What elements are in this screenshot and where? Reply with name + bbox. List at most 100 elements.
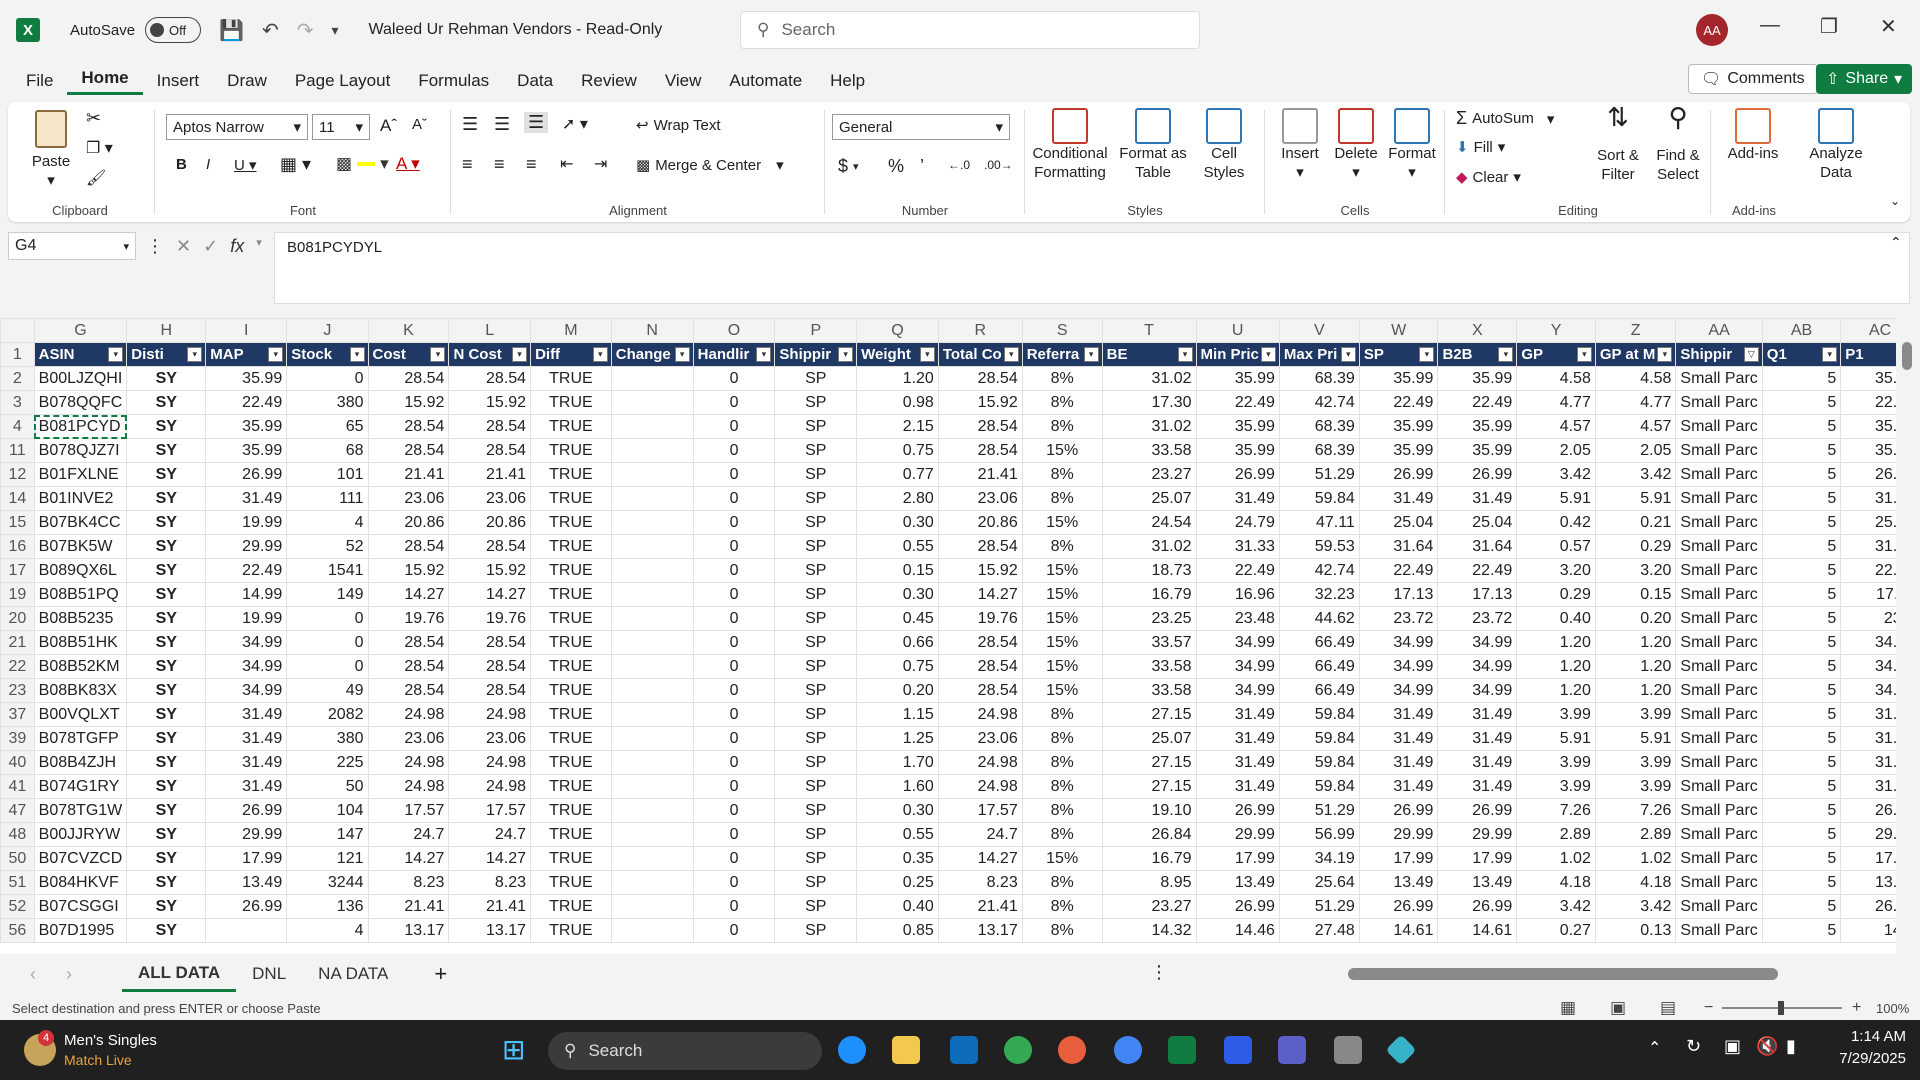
cell[interactable]: 31.49 <box>1358 702 1439 727</box>
cell[interactable]: 0.29 <box>1594 534 1677 559</box>
cell[interactable]: 5 <box>1761 630 1842 655</box>
cell[interactable]: B081PCYD <box>33 414 128 439</box>
row-header[interactable]: 47 <box>0 798 35 823</box>
cell[interactable]: 0.27 <box>1516 918 1596 943</box>
fill-color-icon[interactable]: ▩ ▾ <box>336 154 389 174</box>
cell[interactable]: B08B4ZJH <box>33 750 128 775</box>
cell[interactable]: 5 <box>1761 606 1842 631</box>
cell[interactable]: 0.25 <box>856 870 939 895</box>
cell[interactable]: 31.49 <box>1195 486 1280 511</box>
row-header[interactable]: 15 <box>0 510 35 535</box>
cell[interactable]: 5 <box>1761 366 1842 391</box>
cell[interactable]: 15% <box>1021 582 1103 607</box>
cell[interactable]: 121 <box>286 846 369 871</box>
cell[interactable]: 16.96 <box>1195 582 1280 607</box>
filter-dropdown-icon[interactable]: ▾ <box>838 347 854 362</box>
cell[interactable]: SY <box>126 822 207 847</box>
cell[interactable]: 5 <box>1761 894 1842 919</box>
cell[interactable]: 0.21 <box>1594 510 1677 535</box>
cell[interactable]: 3.20 <box>1516 558 1596 583</box>
cell[interactable]: 0.13 <box>1594 918 1677 943</box>
cell[interactable]: 21.41 <box>448 894 532 919</box>
cell[interactable]: 2082 <box>286 702 369 727</box>
cell[interactable]: 22.49 <box>1437 558 1518 583</box>
cell[interactable]: 23.06 <box>937 486 1023 511</box>
cell[interactable]: 34.99 <box>1358 654 1439 679</box>
cell[interactable]: 31.49 <box>1437 750 1518 775</box>
cell[interactable]: 51.29 <box>1278 798 1360 823</box>
cell[interactable]: 24.98 <box>367 750 450 775</box>
row-header[interactable]: 23 <box>0 678 35 703</box>
header-cell[interactable]: B2B ▾ <box>1437 342 1518 367</box>
cell[interactable]: 8% <box>1021 726 1103 751</box>
cell[interactable]: SP <box>774 462 858 487</box>
cell[interactable]: 23.06 <box>937 726 1023 751</box>
cell[interactable]: 8% <box>1021 894 1103 919</box>
cell[interactable]: 33.58 <box>1101 678 1197 703</box>
chrome-profile-3-icon[interactable] <box>1114 1036 1142 1064</box>
share-button[interactable]: ⇧ Share ▾ <box>1816 64 1913 94</box>
cell[interactable]: 1.20 <box>1516 678 1596 703</box>
cell[interactable]: 0 <box>692 558 776 583</box>
cell[interactable]: Small Parc <box>1675 750 1763 775</box>
header-cell[interactable]: Weight ▾ <box>856 342 939 367</box>
cell[interactable]: 0.75 <box>856 654 939 679</box>
cell[interactable]: 17.13 <box>1437 582 1518 607</box>
cell[interactable]: 24.98 <box>448 750 532 775</box>
cell[interactable]: 380 <box>286 390 369 415</box>
cell[interactable]: 28.54 <box>367 366 450 391</box>
cell[interactable]: SP <box>774 606 858 631</box>
column-header-h[interactable]: H <box>126 318 207 343</box>
sheet-options-icon[interactable]: ⋮ <box>1150 962 1168 983</box>
cell[interactable]: 26.99 <box>1195 462 1280 487</box>
cell[interactable] <box>610 606 694 631</box>
tab-review[interactable]: Review <box>567 71 651 91</box>
cell[interactable]: 31.49 <box>1195 726 1280 751</box>
filter-dropdown-icon[interactable]: ▾ <box>430 347 446 362</box>
cell[interactable]: SY <box>126 894 207 919</box>
comments-button[interactable]: 🗨 Comments <box>1688 64 1818 94</box>
cell[interactable]: TRUE <box>530 582 612 607</box>
filter-dropdown-icon[interactable]: ▾ <box>1657 347 1673 362</box>
cell[interactable]: 24.98 <box>937 702 1023 727</box>
cell[interactable]: 19.76 <box>448 606 532 631</box>
cell[interactable]: 22.49 <box>1358 558 1439 583</box>
cell[interactable]: 13.17 <box>937 918 1023 943</box>
cell[interactable]: 4.58 <box>1594 366 1677 391</box>
cell[interactable]: 0.30 <box>856 510 939 535</box>
cell[interactable]: SP <box>774 750 858 775</box>
cell[interactable]: 27.15 <box>1101 702 1197 727</box>
cell[interactable]: 59.84 <box>1278 702 1360 727</box>
cell[interactable]: 31.49 <box>1437 774 1518 799</box>
cell[interactable]: 8% <box>1021 750 1103 775</box>
cell[interactable]: 31.33 <box>1195 534 1280 559</box>
cell[interactable]: SY <box>126 654 207 679</box>
format-cells-button[interactable]: Format ▾ <box>1384 108 1440 182</box>
cell[interactable]: TRUE <box>530 894 612 919</box>
decrease-font-icon[interactable]: Aˇ <box>412 116 427 133</box>
cell[interactable]: 13.17 <box>448 918 532 943</box>
font-size-select[interactable]: 11 ▾ <box>312 114 370 140</box>
cell[interactable]: 104 <box>286 798 369 823</box>
header-cell[interactable]: Total Co ▾ <box>937 342 1023 367</box>
cell[interactable]: 0 <box>692 438 776 463</box>
cut-icon[interactable]: ✂ <box>86 108 101 129</box>
cell[interactable]: 4 <box>286 510 369 535</box>
cell[interactable]: 5 <box>1761 462 1842 487</box>
column-header-r[interactable]: R <box>937 318 1023 343</box>
cell[interactable]: 0 <box>286 606 369 631</box>
cell[interactable]: 2.05 <box>1594 438 1677 463</box>
cell[interactable]: 15% <box>1021 438 1103 463</box>
cell[interactable]: B07BK5W <box>33 534 128 559</box>
column-header-v[interactable]: V <box>1278 318 1360 343</box>
cell[interactable]: 21.41 <box>448 462 532 487</box>
number-format-select[interactable]: General ▾ <box>832 114 1010 140</box>
cell[interactable]: SP <box>774 918 858 943</box>
cell[interactable]: SY <box>126 414 207 439</box>
zoom-out-icon[interactable]: − <box>1704 999 1713 1017</box>
cell[interactable]: 34.99 <box>205 654 288 679</box>
row-header[interactable]: 12 <box>0 462 35 487</box>
cell[interactable]: 1.20 <box>856 366 939 391</box>
cell[interactable]: 25.04 <box>1437 510 1518 535</box>
cell[interactable]: 1.20 <box>1594 678 1677 703</box>
